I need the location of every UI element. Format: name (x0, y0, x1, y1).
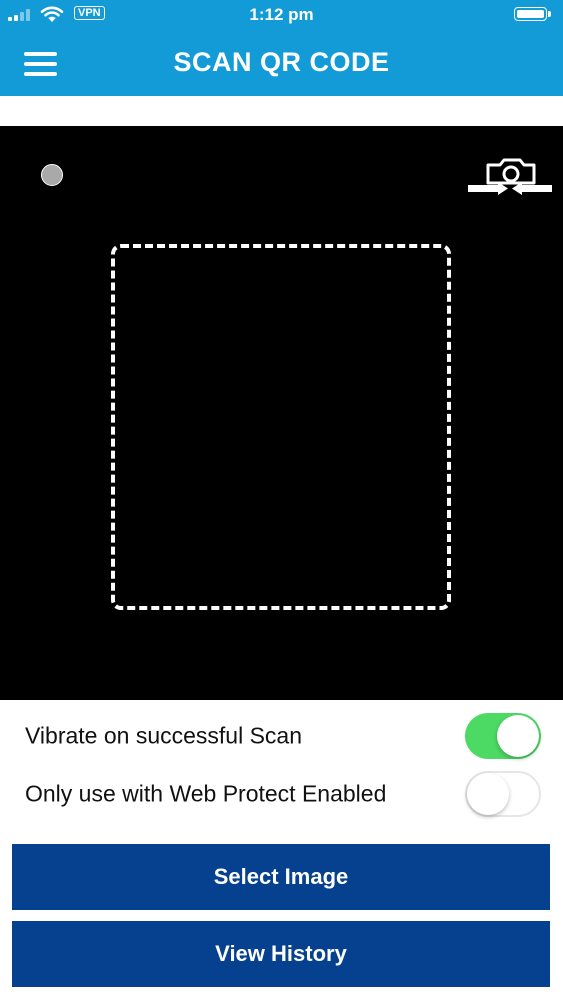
vibrate-option-row: Vibrate on successful Scan (0, 708, 563, 764)
select-image-button[interactable]: Select Image (12, 844, 550, 910)
scan-frame (111, 244, 451, 610)
vibrate-option-label: Vibrate on successful Scan (25, 722, 303, 749)
flash-indicator-icon[interactable] (41, 164, 63, 186)
web-protect-option-row: Only use with Web Protect Enabled (0, 766, 563, 822)
web-protect-option-label: Only use with Web Protect Enabled (25, 780, 387, 807)
web-protect-toggle[interactable] (465, 771, 541, 817)
view-history-button[interactable]: View History (12, 921, 550, 987)
app-header: VPN 1:12 pm SCAN QR CODE (0, 0, 563, 96)
vibrate-toggle[interactable] (465, 713, 541, 759)
status-time: 1:12 pm (249, 5, 314, 24)
page-title: SCAN QR CODE (173, 47, 390, 77)
battery-icon (514, 7, 551, 21)
switch-camera-icon[interactable] (468, 156, 552, 198)
toggle-knob (497, 715, 539, 757)
toggle-knob (467, 773, 509, 815)
